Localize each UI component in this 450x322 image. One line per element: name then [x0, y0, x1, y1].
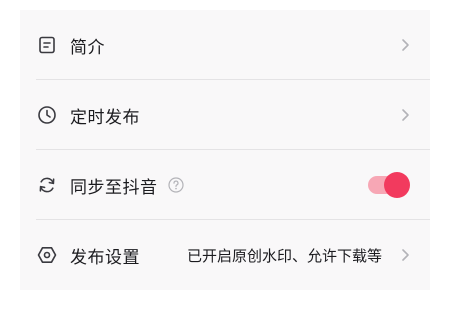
sync-douyin-label: 同步至抖音 — [70, 177, 158, 198]
question-icon[interactable] — [168, 177, 184, 193]
chevron-right-icon — [402, 39, 409, 51]
sync-icon — [39, 177, 55, 193]
settings-row-scheduled-publish[interactable]: 定时发布 — [20, 80, 430, 150]
scheduled-publish-label: 定时发布 — [70, 107, 140, 128]
publish-settings-value: 已开启原创水印、允许下载等 — [186, 246, 382, 265]
settings-panel: 简介 定时发布 同步至抖音 发布设置 已开启原创水印、允许下载等 — [20, 10, 430, 290]
hexagon-settings-icon — [37, 246, 57, 264]
document-icon — [39, 36, 55, 54]
toggle-knob — [384, 172, 410, 198]
intro-label: 简介 — [70, 37, 105, 58]
settings-row-intro[interactable]: 简介 — [20, 10, 430, 80]
clock-icon — [38, 106, 56, 124]
chevron-right-icon — [402, 109, 409, 121]
settings-row-sync-douyin: 同步至抖音 — [20, 150, 430, 220]
publish-settings-label: 发布设置 — [70, 247, 140, 268]
settings-row-publish-settings[interactable]: 发布设置 已开启原创水印、允许下载等 — [20, 220, 430, 290]
sync-douyin-toggle[interactable] — [368, 172, 410, 198]
chevron-right-icon — [402, 249, 409, 261]
